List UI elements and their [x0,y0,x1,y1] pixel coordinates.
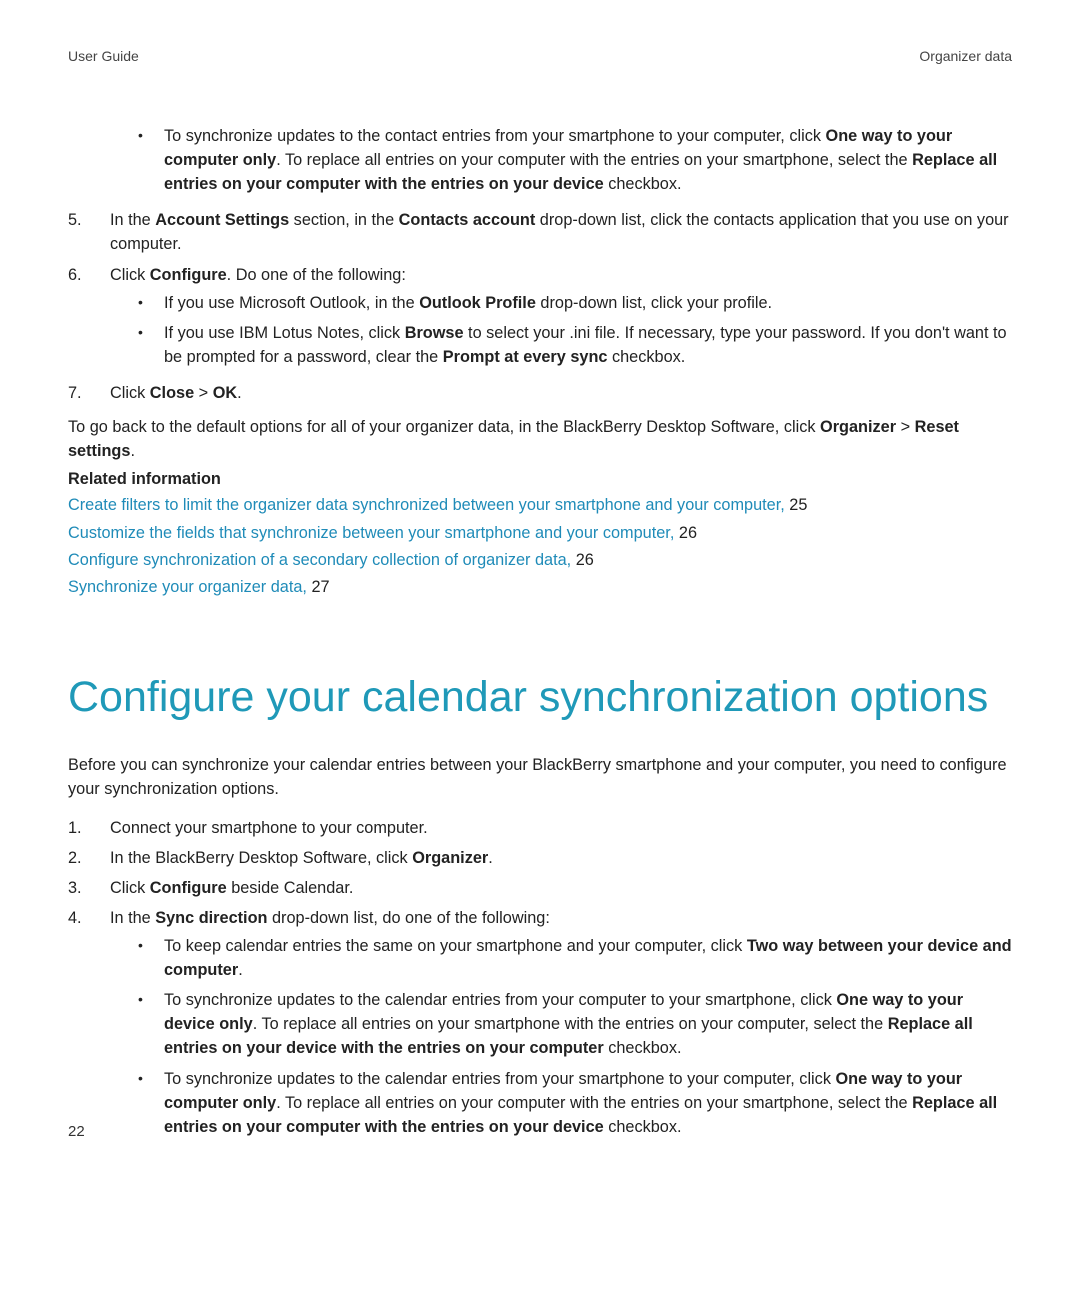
bold-text: Organizer [820,418,896,436]
related-link-line: Customize the fields that synchronize be… [68,521,1012,545]
step-6: 6. Click Configure. Do one of the follow… [68,263,1012,375]
bold-text: Close [150,384,194,402]
header-left: User Guide [68,48,139,64]
text: To synchronize updates to the calendar e… [164,1070,835,1088]
page-ref: 27 [307,578,330,596]
related-link-line: Synchronize your organizer data, 27 [68,575,1012,599]
text: Connect your smartphone to your computer… [110,816,1012,840]
text: . [130,442,135,460]
step-number: 6. [68,263,110,375]
bold-text: Organizer [412,849,488,867]
text: checkbox. [604,1118,682,1136]
step-5: 5. In the Account Settings section, in t… [68,208,1012,256]
bold-text: OK [213,384,237,402]
paragraph-reset: To go back to the default options for al… [68,415,1012,463]
text: drop-down list, click your profile. [536,294,772,312]
text: To synchronize updates to the calendar e… [164,991,836,1009]
text: section, in the [289,211,399,229]
bullet-icon: • [138,124,164,196]
text: . To replace all entries on your smartph… [253,1015,888,1033]
text: If you use Microsoft Outlook, in the [164,294,419,312]
list-item-continuation: • To synchronize updates to the contact … [68,120,1012,202]
step-number: 5. [68,208,110,256]
cal-step-3: 3. Click Configure beside Calendar. [68,876,1012,900]
text: . [238,961,243,979]
document-page: User Guide Organizer data • To synchroni… [0,0,1080,1296]
step-7: 7. Click Close > OK. [68,381,1012,405]
bullet-icon: • [138,1067,164,1139]
page-ref: 26 [571,551,594,569]
bullet-icon: • [138,934,164,982]
text: . [488,849,493,867]
related-link[interactable]: Create filters to limit the organizer da… [68,496,785,514]
text: checkbox. [607,348,685,366]
page-header: User Guide Organizer data [68,48,1012,64]
step-number: 7. [68,381,110,405]
text: checkbox. [604,175,682,193]
text: To go back to the default options for al… [68,418,820,436]
bullet-item: • To synchronize updates to the contact … [138,124,1012,196]
page-content: • To synchronize updates to the contact … [68,120,1012,1145]
bold-text: Sync direction [155,909,267,927]
intro-paragraph: Before you can synchronize your calendar… [68,753,1012,801]
step-number: 4. [68,906,110,1145]
related-links: Create filters to limit the organizer da… [68,493,1012,598]
text: . To replace all entries on your compute… [276,151,912,169]
text: In the [110,909,155,927]
bold-text: Contacts account [399,211,536,229]
text: In the BlackBerry Desktop Software, clic… [110,849,412,867]
bullet-item: • To synchronize updates to the calendar… [138,988,1012,1060]
bold-text: Browse [405,324,464,342]
step-number: 3. [68,876,110,900]
bullet-item: • To synchronize updates to the calendar… [138,1067,1012,1139]
section-heading: Configure your calendar synchronization … [68,671,1012,723]
bullet-item: • If you use IBM Lotus Notes, click Brow… [138,321,1012,369]
bold-text: Configure [150,879,227,897]
text: To synchronize updates to the contact en… [164,127,826,145]
text: drop-down list, do one of the following: [267,909,549,927]
text: In the [110,211,155,229]
step-number: 2. [68,846,110,870]
bold-text: Related information [68,470,221,488]
bullet-icon: • [138,988,164,1060]
text: Click [110,879,150,897]
bullet-item: • To keep calendar entries the same on y… [138,934,1012,982]
related-link-line: Create filters to limit the organizer da… [68,493,1012,517]
text: . [237,384,242,402]
related-link[interactable]: Customize the fields that synchronize be… [68,524,674,542]
cal-step-1: 1. Connect your smartphone to your compu… [68,816,1012,840]
text: . Do one of the following: [227,266,406,284]
page-ref: 26 [674,524,697,542]
text: > [896,418,915,436]
cal-step-4: 4. In the Sync direction drop-down list,… [68,906,1012,1145]
cal-step-2: 2. In the BlackBerry Desktop Software, c… [68,846,1012,870]
bullet-item: • If you use Microsoft Outlook, in the O… [138,291,1012,315]
related-link[interactable]: Configure synchronization of a secondary… [68,551,571,569]
related-information-heading: Related information [68,467,1012,491]
header-right: Organizer data [919,48,1012,64]
bold-text: Outlook Profile [419,294,536,312]
text: If you use IBM Lotus Notes, click [164,324,405,342]
bold-text: Account Settings [155,211,289,229]
bold-text: Prompt at every sync [443,348,608,366]
bullet-icon: • [138,291,164,315]
related-link[interactable]: Synchronize your organizer data, [68,578,307,596]
text: beside Calendar. [227,879,354,897]
related-link-line: Configure synchronization of a secondary… [68,548,1012,572]
text: To keep calendar entries the same on you… [164,937,747,955]
page-number: 22 [68,1123,85,1140]
page-ref: 25 [785,496,808,514]
bullet-icon: • [138,321,164,369]
text: . To replace all entries on your compute… [276,1094,912,1112]
bold-text: Configure [150,266,227,284]
step-number: 1. [68,816,110,840]
text: Click [110,384,150,402]
text: > [194,384,213,402]
text: checkbox. [604,1039,682,1057]
text: Click [110,266,150,284]
